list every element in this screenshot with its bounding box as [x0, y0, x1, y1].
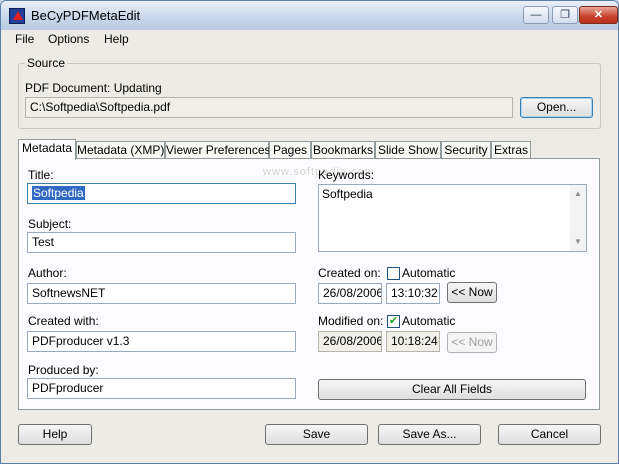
menu-file[interactable]: File [15, 32, 34, 46]
open-button[interactable]: Open... [520, 97, 593, 118]
pdf-path-field: C:\Softpedia\Softpedia.pdf [25, 97, 513, 118]
app-icon [9, 8, 25, 24]
clear-all-fields-button[interactable]: Clear All Fields [318, 379, 586, 400]
scroll-down-icon[interactable]: ▼ [574, 237, 582, 246]
menu-help[interactable]: Help [104, 32, 129, 46]
source-group-label: Source [25, 56, 68, 70]
title-label: Title: [28, 168, 54, 182]
modified-time-field: 10:18:24 [386, 331, 440, 352]
created-now-button[interactable]: << Now [447, 282, 497, 303]
keywords-scrollbar[interactable]: ▲ ▼ [570, 185, 586, 251]
keywords-label: Keywords: [318, 168, 375, 182]
modified-now-button[interactable]: << Now [447, 332, 497, 353]
app-window: BeCyPDFMetaEdit — ❐ ✕ File Options Help … [0, 0, 619, 464]
scroll-up-icon[interactable]: ▲ [574, 189, 582, 198]
checkmark-icon: ✔ [388, 315, 399, 327]
tab-bookmarks[interactable]: Bookmarks [311, 141, 375, 159]
produced-by-field[interactable]: PDFproducer [27, 378, 296, 399]
modified-on-label: Modified on: [318, 314, 384, 328]
save-as-button[interactable]: Save As... [378, 424, 481, 445]
subject-label: Subject: [28, 217, 72, 231]
modified-automatic-label: Automatic [402, 314, 456, 328]
window-title: BeCyPDFMetaEdit [31, 8, 141, 23]
modified-automatic-checkbox[interactable]: ✔ [387, 315, 400, 328]
restore-button[interactable]: ❐ [552, 6, 578, 24]
created-on-label: Created on: [318, 266, 381, 280]
created-date-field[interactable]: 26/08/2006 [318, 283, 382, 304]
tab-extras[interactable]: Extras [491, 141, 531, 159]
help-button[interactable]: Help [18, 424, 92, 445]
keywords-value: Softpedia [322, 187, 373, 201]
menu-options[interactable]: Options [48, 32, 89, 46]
created-automatic-checkbox[interactable] [387, 267, 400, 280]
tab-metadata-xmp[interactable]: Metadata (XMP) [76, 141, 165, 159]
tab-security[interactable]: Security [441, 141, 491, 159]
author-label: Author: [28, 266, 67, 280]
save-button[interactable]: Save [265, 424, 368, 445]
created-automatic-label: Automatic [402, 266, 456, 280]
title-value: Softpedia [32, 186, 85, 200]
author-field[interactable]: SoftnewsNET [27, 283, 296, 304]
tab-slide-show[interactable]: Slide Show [375, 141, 441, 159]
close-button[interactable]: ✕ [579, 6, 618, 24]
created-time-field[interactable]: 13:10:32 [386, 283, 440, 304]
source-group [18, 63, 601, 129]
created-with-label: Created with: [28, 314, 99, 328]
produced-by-label: Produced by: [28, 363, 99, 377]
subject-field[interactable]: Test [27, 232, 296, 253]
title-field[interactable]: Softpedia [27, 183, 296, 204]
keywords-field[interactable]: Softpedia ▲ ▼ [318, 184, 587, 252]
tab-metadata[interactable]: Metadata [18, 139, 76, 160]
modified-date-field: 26/08/2006 [318, 331, 382, 352]
minimize-button[interactable]: — [523, 6, 549, 24]
pdf-document-status: PDF Document: Updating [25, 81, 162, 95]
created-with-field[interactable]: PDFproducer v1.3 [27, 331, 296, 352]
title-bar[interactable]: BeCyPDFMetaEdit — ❐ ✕ [1, 1, 618, 31]
menu-bar: File Options Help [1, 30, 618, 48]
tab-viewer-preferences[interactable]: Viewer Preferences [165, 141, 271, 159]
tab-pages[interactable]: Pages [269, 141, 311, 159]
cancel-button[interactable]: Cancel [498, 424, 601, 445]
